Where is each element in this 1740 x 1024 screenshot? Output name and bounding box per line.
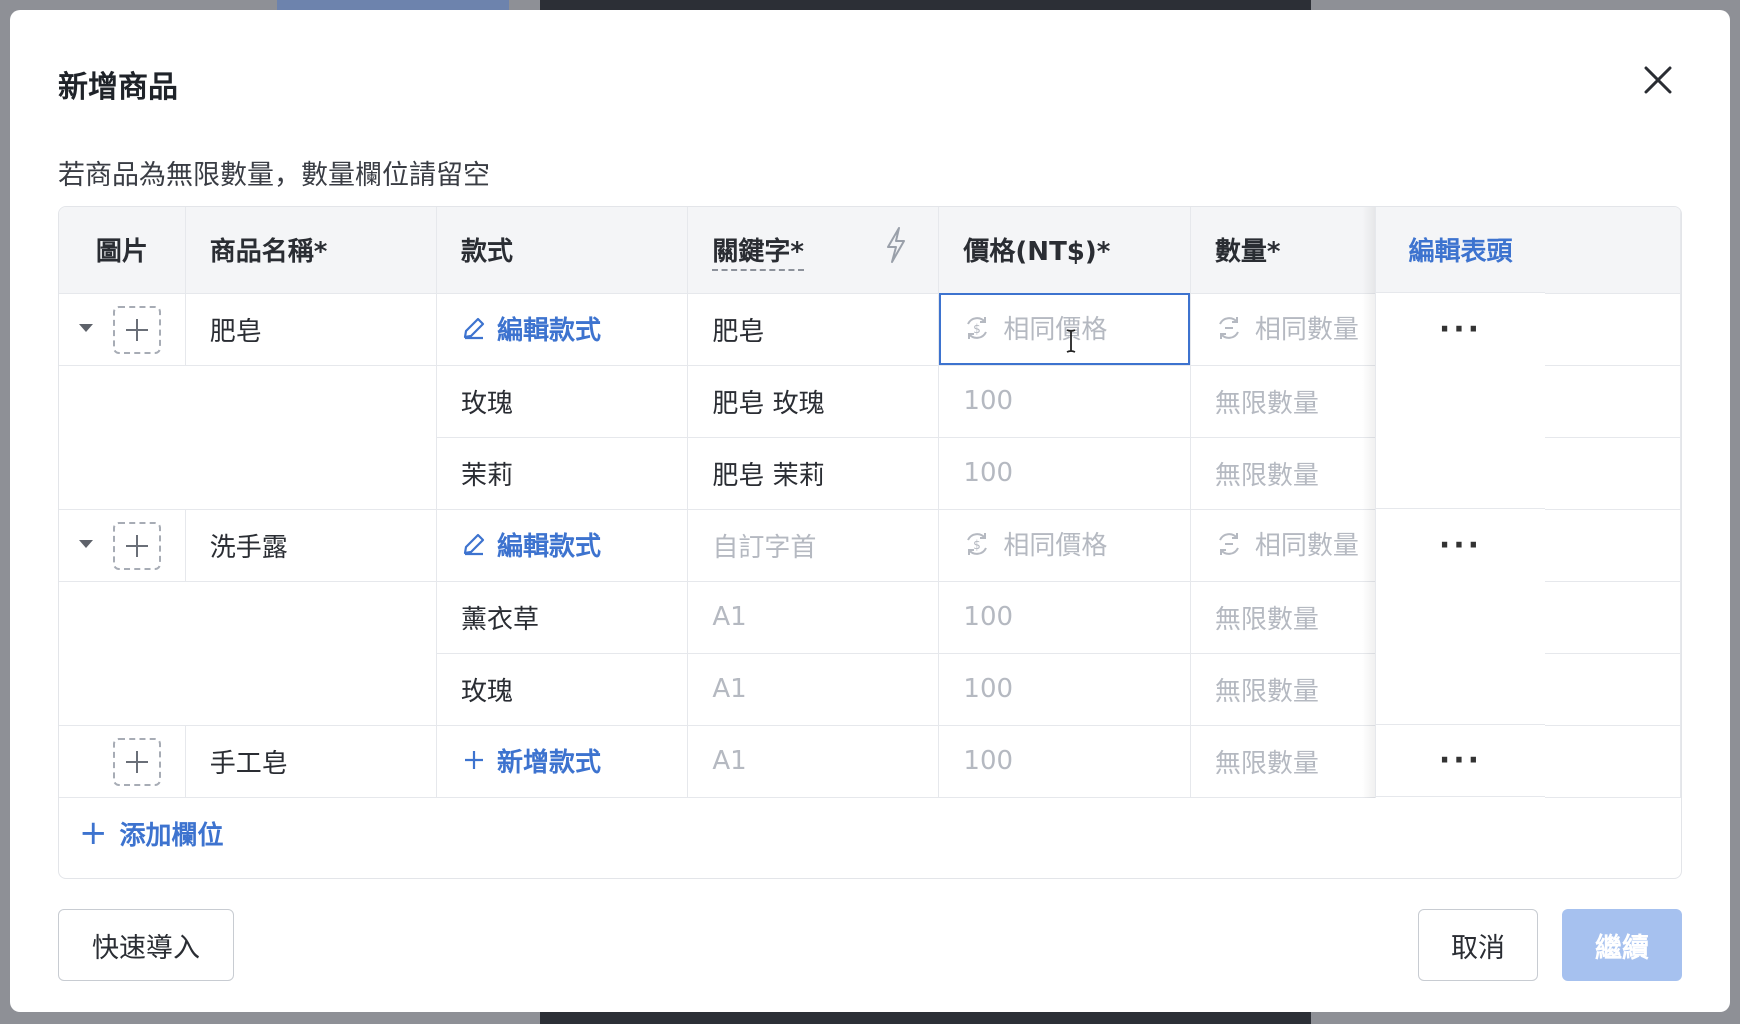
keyword-cell[interactable]: A1 bbox=[687, 581, 940, 654]
background-button bbox=[277, 0, 509, 10]
more-icon[interactable]: ··· bbox=[1439, 528, 1482, 563]
plus-icon bbox=[464, 751, 483, 770]
header-style: 款式 bbox=[436, 207, 689, 294]
image-cell-empty bbox=[59, 653, 186, 726]
style-cell[interactable]: 玫瑰 bbox=[436, 653, 689, 726]
add-column-button[interactable]: + 添加欄位 bbox=[79, 813, 224, 853]
quantity-placeholder: 相同數量 bbox=[1254, 531, 1359, 562]
keyword-cell[interactable]: 肥皂 bbox=[687, 293, 940, 366]
header-name: 商品名稱* bbox=[185, 207, 437, 294]
price-cell[interactable]: 100 bbox=[938, 581, 1191, 654]
keyword-cell[interactable]: A1 bbox=[687, 653, 940, 726]
actions-cell: ··· bbox=[1376, 509, 1545, 581]
close-button[interactable] bbox=[1638, 60, 1678, 100]
image-upload-button[interactable] bbox=[113, 305, 161, 354]
actions-cell: ··· bbox=[1376, 293, 1545, 365]
background-panel-top bbox=[540, 0, 1311, 10]
header-image: 圖片 bbox=[59, 207, 186, 294]
actions-cell-empty bbox=[1376, 581, 1545, 725]
add-style-link[interactable]: 新增款式 bbox=[461, 742, 601, 779]
add-style-label: 新增款式 bbox=[496, 747, 601, 778]
continue-button[interactable]: 繼續 bbox=[1562, 909, 1682, 981]
close-icon bbox=[1644, 66, 1672, 94]
price-placeholder: 相同價格 bbox=[1003, 315, 1108, 346]
svg-text:$: $ bbox=[974, 322, 982, 336]
svg-text:$: $ bbox=[974, 538, 982, 552]
caret-down-icon[interactable] bbox=[79, 539, 93, 548]
background-panel-bottom bbox=[540, 1012, 1311, 1024]
edit-style-link[interactable]: 編輯款式 bbox=[461, 310, 601, 347]
image-upload-button[interactable] bbox=[113, 521, 161, 570]
add-product-modal: 新增商品 若商品為無限數量，數量欄位請留空 圖片 商品名稱* 款式 關鍵字* 價… bbox=[10, 10, 1730, 1012]
product-table: 圖片 商品名稱* 款式 關鍵字* 價格(NT$)* 數量* 商品 bbox=[58, 206, 1682, 879]
actions-cell: ··· bbox=[1376, 725, 1545, 797]
price-cell-focused[interactable]: $ 相同價格 bbox=[938, 293, 1191, 366]
modal-title: 新增商品 bbox=[58, 70, 178, 105]
text-cursor-icon bbox=[1067, 328, 1076, 353]
bolt-icon[interactable] bbox=[882, 225, 910, 265]
image-upload-button[interactable] bbox=[113, 737, 161, 786]
header-keyword-label[interactable]: 關鍵字* bbox=[712, 237, 804, 272]
keyword-cell[interactable]: 肥皂 茉莉 bbox=[687, 437, 940, 510]
edit-style-label: 編輯款式 bbox=[496, 531, 601, 562]
cancel-button[interactable]: 取消 bbox=[1418, 909, 1538, 981]
fixed-column-shadow bbox=[1362, 207, 1375, 798]
style-cell[interactable]: 茉莉 bbox=[436, 437, 689, 510]
caret-down-icon[interactable] bbox=[79, 323, 93, 332]
name-cell-empty bbox=[185, 653, 437, 726]
header-price: 價格(NT$)* bbox=[938, 207, 1191, 294]
name-cell[interactable]: 肥皂 bbox=[185, 293, 437, 366]
sync-qty-icon bbox=[1218, 316, 1239, 339]
price-cell[interactable]: $ 相同價格 bbox=[938, 509, 1191, 582]
price-cell[interactable]: 100 bbox=[938, 653, 1191, 726]
image-cell-empty bbox=[59, 581, 185, 653]
edit-header-button[interactable]: 編輯表頭 bbox=[1376, 207, 1545, 293]
edit-style-label: 編輯款式 bbox=[496, 315, 601, 346]
style-cell: 編輯款式 bbox=[436, 509, 689, 582]
sync-price-icon: $ bbox=[967, 532, 988, 555]
price-cell[interactable]: 100 bbox=[938, 365, 1191, 438]
image-cell bbox=[59, 725, 186, 798]
more-icon[interactable]: ··· bbox=[1439, 312, 1482, 347]
actions-column: 編輯表頭 ··· ··· ··· bbox=[1375, 207, 1545, 798]
sync-price-icon: $ bbox=[967, 316, 988, 339]
pencil-icon bbox=[463, 534, 485, 556]
edit-style-link[interactable]: 編輯款式 bbox=[461, 526, 601, 563]
image-cell bbox=[59, 293, 186, 366]
style-cell[interactable]: 薰衣草 bbox=[436, 581, 689, 654]
keyword-cell[interactable]: A1 bbox=[687, 725, 940, 798]
keyword-cell[interactable]: 自訂字首 bbox=[687, 509, 940, 582]
actions-cell-empty bbox=[1376, 365, 1545, 509]
name-cell[interactable]: 洗手露 bbox=[185, 509, 437, 582]
image-cell-empty bbox=[59, 437, 186, 510]
quantity-placeholder: 相同數量 bbox=[1254, 315, 1359, 346]
header-keyword: 關鍵字* bbox=[687, 207, 940, 294]
name-cell-empty bbox=[185, 365, 437, 437]
style-cell[interactable]: 玫瑰 bbox=[436, 365, 689, 438]
more-icon[interactable]: ··· bbox=[1439, 743, 1482, 778]
plus-icon: + bbox=[79, 813, 108, 853]
price-placeholder: 相同價格 bbox=[1003, 531, 1108, 562]
sync-qty-icon bbox=[1218, 532, 1239, 555]
pencil-icon bbox=[463, 318, 485, 340]
image-cell bbox=[59, 509, 186, 582]
image-cell-empty bbox=[59, 365, 185, 437]
price-cell[interactable]: 100 bbox=[938, 437, 1191, 510]
style-cell: 新增款式 bbox=[436, 725, 689, 798]
style-cell: 編輯款式 bbox=[436, 293, 689, 366]
quantity-hint: 若商品為無限數量，數量欄位請留空 bbox=[58, 160, 490, 191]
keyword-cell[interactable]: 肥皂 玫瑰 bbox=[687, 365, 940, 438]
name-cell-empty bbox=[185, 437, 437, 510]
name-cell-empty bbox=[185, 581, 437, 653]
add-column-label: 添加欄位 bbox=[119, 820, 224, 851]
price-cell[interactable]: 100 bbox=[938, 725, 1191, 798]
quick-import-button[interactable]: 快速導入 bbox=[58, 909, 234, 981]
name-cell[interactable]: 手工皂 bbox=[185, 725, 437, 798]
